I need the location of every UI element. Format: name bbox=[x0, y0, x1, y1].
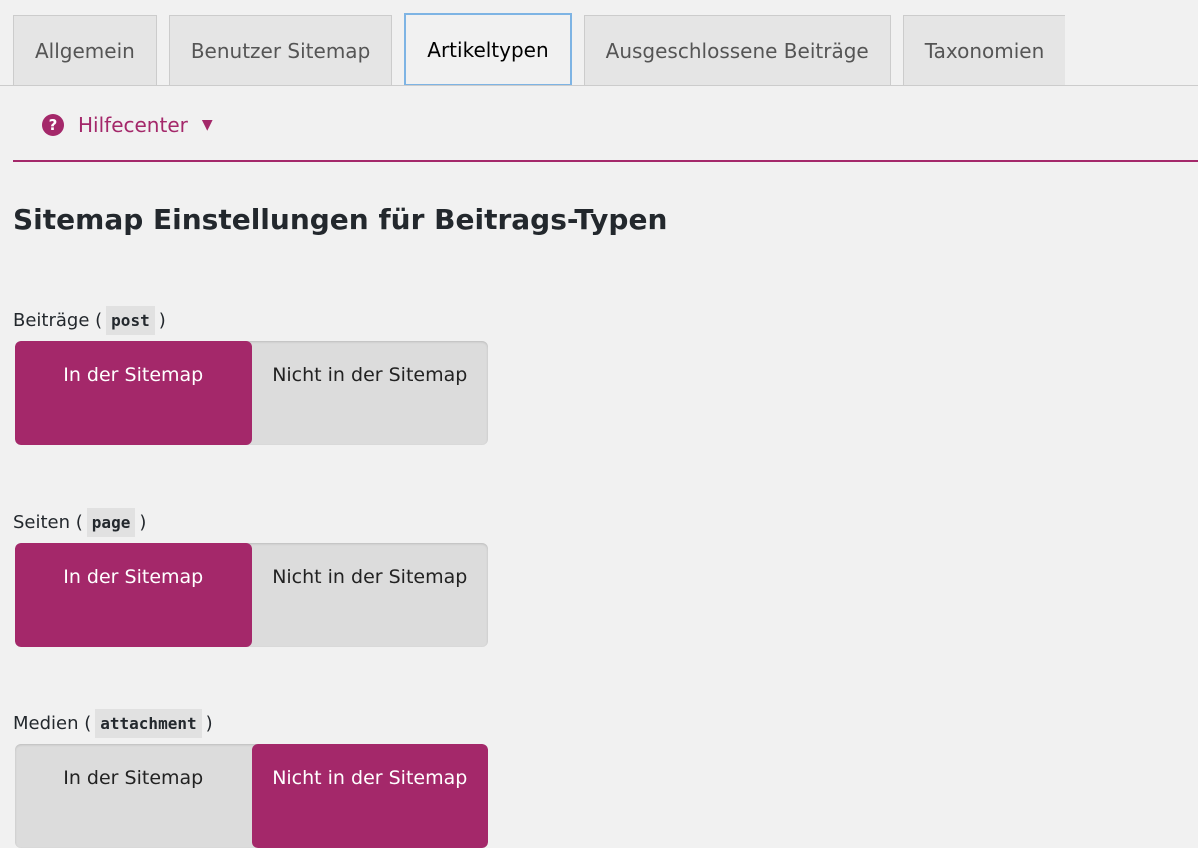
tab-benutzer-sitemap[interactable]: Benutzer Sitemap bbox=[168, 15, 393, 86]
post-type-label: Seiten ( page ) bbox=[13, 505, 488, 539]
tabs-divider bbox=[0, 85, 1198, 86]
post-type-setting-attachment: Medien ( attachment ) In der Sitemap Nic… bbox=[13, 706, 488, 848]
help-center-label: Hilfecenter bbox=[78, 113, 188, 137]
post-type-slug: page bbox=[86, 507, 136, 537]
help-center-toggle[interactable]: ? Hilfecenter ▼ bbox=[42, 113, 213, 137]
option-not-in-sitemap[interactable]: Nicht in der Sitemap bbox=[252, 543, 489, 647]
post-type-name: Seiten bbox=[13, 511, 71, 533]
post-type-name: Beiträge bbox=[13, 309, 90, 331]
post-type-setting-post: Beiträge ( post ) In der Sitemap Nicht i… bbox=[13, 303, 488, 445]
tab-allgemein[interactable]: Allgemein bbox=[13, 15, 157, 86]
post-type-name: Medien bbox=[13, 712, 79, 734]
option-in-sitemap[interactable]: In der Sitemap bbox=[15, 341, 252, 445]
caret-down-icon: ▼ bbox=[201, 117, 213, 133]
option-not-in-sitemap[interactable]: Nicht in der Sitemap bbox=[251, 744, 488, 848]
settings-tabs: Allgemein Benutzer Sitemap Artikeltypen … bbox=[13, 13, 1066, 86]
tab-ausgeschlossene-beitraege[interactable]: Ausgeschlossene Beiträge bbox=[583, 15, 891, 86]
paren-open: ( bbox=[89, 309, 103, 331]
help-divider bbox=[13, 160, 1198, 162]
post-type-setting-page: Seiten ( page ) In der Sitemap Nicht in … bbox=[13, 505, 488, 647]
paren-close: ) bbox=[158, 309, 166, 331]
paren-open: ( bbox=[78, 712, 92, 734]
post-type-slug: post bbox=[106, 305, 155, 335]
option-in-sitemap[interactable]: In der Sitemap bbox=[15, 744, 252, 848]
paren-close: ) bbox=[205, 712, 213, 734]
sitemap-switch-post: In der Sitemap Nicht in der Sitemap bbox=[15, 341, 488, 445]
post-type-label: Medien ( attachment ) bbox=[13, 706, 488, 740]
post-type-label: Beiträge ( post ) bbox=[13, 303, 488, 337]
option-in-sitemap[interactable]: In der Sitemap bbox=[15, 543, 252, 647]
tab-taxonomien[interactable]: Taxonomien bbox=[902, 15, 1066, 86]
option-not-in-sitemap[interactable]: Nicht in der Sitemap bbox=[252, 341, 489, 445]
post-type-slug: attachment bbox=[95, 708, 202, 738]
sitemap-switch-page: In der Sitemap Nicht in der Sitemap bbox=[15, 543, 488, 647]
paren-close: ) bbox=[139, 511, 147, 533]
question-circle-icon: ? bbox=[42, 114, 64, 136]
section-title: Sitemap Einstellungen für Beitrags-Typen bbox=[13, 203, 668, 236]
sitemap-switch-attachment: In der Sitemap Nicht in der Sitemap bbox=[15, 744, 488, 848]
tab-artikeltypen[interactable]: Artikeltypen bbox=[404, 13, 572, 86]
paren-open: ( bbox=[70, 511, 83, 533]
